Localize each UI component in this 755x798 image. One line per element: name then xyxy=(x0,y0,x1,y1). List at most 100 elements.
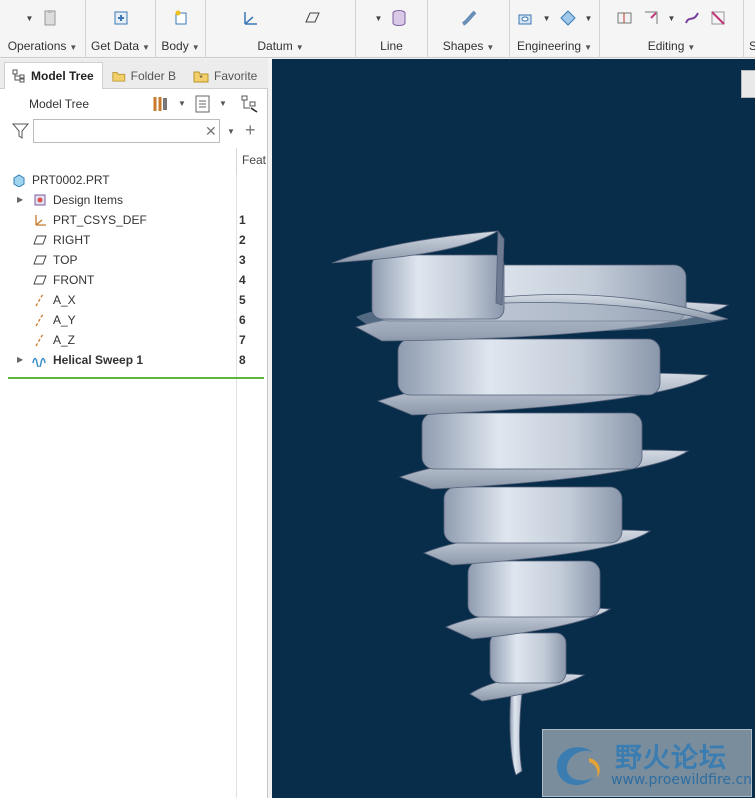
ribbon-group-label[interactable]: S xyxy=(749,39,755,53)
ribbon-group-shapes: Shapes ▼ xyxy=(428,0,510,58)
tree-item-a-y[interactable]: A_Y 6 xyxy=(0,310,268,330)
tools-icon xyxy=(153,97,167,111)
settings-button[interactable] xyxy=(150,94,170,114)
ribbon-group-body: Body ▼ xyxy=(156,0,206,58)
dropdown-arrow-icon[interactable]: ▼ xyxy=(668,14,676,23)
favorites-icon: * xyxy=(193,71,209,83)
tree-item-label: TOP xyxy=(53,253,78,267)
draft-icon[interactable] xyxy=(559,9,577,27)
tab-folder-browser[interactable]: Folder B xyxy=(105,62,183,89)
feature-number: 6 xyxy=(239,313,246,327)
chevron-down-icon[interactable]: ▼ xyxy=(219,99,227,108)
tree-item-label: A_Z xyxy=(53,333,76,347)
chevron-down-icon[interactable]: ▼ xyxy=(178,99,186,108)
tree-item-label: A_X xyxy=(53,293,76,307)
ribbon-group-editing: ▼ Editing ▼ xyxy=(600,0,744,58)
ribbon-toolbar: ▼ Operations ▼ Get Data ▼ Body ▼ Datum ▼ ▼ L… xyxy=(0,0,755,58)
ribbon-group-cut: S xyxy=(744,0,755,58)
paste-icon[interactable] xyxy=(41,9,59,27)
search-input[interactable] xyxy=(33,119,220,143)
show-button[interactable] xyxy=(193,94,213,114)
ribbon-group-engineering: ▼ ▼ Engineering ▼ xyxy=(510,0,600,58)
dropdown-arrow-icon[interactable]: ▼ xyxy=(26,14,34,23)
design-items-icon xyxy=(34,194,46,206)
tree-item-a-z[interactable]: A_Z 7 xyxy=(0,330,268,350)
spiral-turns xyxy=(331,229,730,776)
tree-item-label: Helical Sweep 1 xyxy=(53,353,144,367)
filter-row: ✕ ▼ + xyxy=(0,119,268,147)
datum-axis-icon xyxy=(35,333,44,347)
feature-number: 8 xyxy=(239,353,246,367)
forum-watermark: 野火论坛 www.proewildfire.cn xyxy=(542,729,752,797)
ribbon-group-line: ▼ Line xyxy=(356,0,428,58)
tree-toolbar: Model Tree ▼ ▼ xyxy=(0,91,268,117)
tab-model-tree[interactable]: Model Tree xyxy=(4,62,103,89)
tree-item-label: RIGHT xyxy=(53,233,91,247)
tree-item-label: PRT_CSYS_DEF xyxy=(53,213,147,227)
watermark-url: www.proewildfire.cn xyxy=(611,772,753,788)
dropdown-arrow-icon[interactable]: ▼ xyxy=(585,14,593,23)
datum-plane-icon xyxy=(33,275,47,285)
tree-item-right[interactable]: RIGHT 2 xyxy=(0,230,268,250)
project-icon[interactable] xyxy=(683,9,701,27)
tree-item-design-items[interactable]: ▶ Design Items xyxy=(0,190,268,210)
database-icon[interactable] xyxy=(390,9,408,27)
navigator-tabs: Model Tree Folder B * Favorite xyxy=(0,59,268,89)
chevron-down-icon[interactable]: ▼ xyxy=(227,127,235,136)
expand-icon[interactable]: ▶ xyxy=(17,195,23,204)
ribbon-group-label[interactable]: Datum ▼ xyxy=(206,39,355,53)
tree-title: Model Tree xyxy=(29,97,90,111)
plane-icon[interactable] xyxy=(303,9,321,27)
navigator-panel: Model Tree Folder B * Favorite Model Tre… xyxy=(0,59,268,798)
feature-number: 2 xyxy=(239,233,246,247)
import-icon[interactable] xyxy=(112,9,130,27)
offset-icon[interactable] xyxy=(709,9,727,27)
mirror-icon[interactable] xyxy=(616,9,634,27)
graphics-window[interactable]: 野火论坛 www.proewildfire.cn xyxy=(272,59,755,798)
tab-favorites[interactable]: * Favorite xyxy=(186,62,268,89)
ribbon-group-label[interactable]: Operations ▼ xyxy=(0,39,85,53)
add-icon[interactable]: + xyxy=(245,120,256,141)
tree-item-csys[interactable]: PRT_CSYS_DEF 1 xyxy=(0,210,268,230)
list-icon xyxy=(195,95,210,113)
tree-item-a-x[interactable]: A_X 5 xyxy=(0,290,268,310)
helical-sweep-icon xyxy=(32,357,46,367)
csys-icon[interactable] xyxy=(241,9,259,27)
sweep-icon[interactable] xyxy=(460,9,478,27)
clear-icon[interactable]: ✕ xyxy=(205,123,217,140)
ribbon-group-label[interactable]: Body ▼ xyxy=(156,39,205,53)
ribbon-group-label[interactable]: Get Data ▼ xyxy=(86,39,155,53)
ribbon-group-label[interactable]: Engineering ▼ xyxy=(510,39,599,53)
tab-label: Favorite xyxy=(214,68,258,83)
hole-icon[interactable] xyxy=(517,9,535,27)
helical-sweep-model[interactable] xyxy=(272,59,755,798)
tree-item-label: Design Items xyxy=(53,193,124,207)
tree-item-front[interactable]: FRONT 4 xyxy=(0,270,268,290)
tree-item-top[interactable]: TOP 3 xyxy=(0,250,268,270)
ribbon-group-label[interactable]: Line xyxy=(356,39,427,53)
tree-root[interactable]: PRT0002.PRT xyxy=(0,170,268,190)
dropdown-arrow-icon[interactable]: ▼ xyxy=(375,14,383,23)
csys-icon xyxy=(35,215,46,226)
datum-plane-icon xyxy=(33,255,47,265)
filter-icon[interactable] xyxy=(12,123,29,139)
ribbon-group-label[interactable]: Shapes ▼ xyxy=(428,39,509,53)
tree-item-helical-sweep[interactable]: ▶ Helical Sweep 1 8 xyxy=(0,350,268,370)
tree-item-label: A_Y xyxy=(53,313,76,327)
datum-axis-icon xyxy=(35,293,44,307)
folder-icon xyxy=(112,71,126,82)
insert-here-marker[interactable] xyxy=(8,377,264,379)
body-icon[interactable] xyxy=(172,9,190,27)
view-options-button[interactable] xyxy=(741,70,755,98)
tree-item-label: FRONT xyxy=(53,273,95,287)
tab-label: Model Tree xyxy=(31,69,94,83)
ribbon-group-label[interactable]: Editing ▼ xyxy=(600,39,743,53)
trim-icon[interactable] xyxy=(642,9,660,27)
tree-filter-options-button[interactable] xyxy=(240,94,260,114)
model-tree-icon xyxy=(12,69,25,83)
forum-logo-icon xyxy=(556,747,600,786)
dropdown-arrow-icon[interactable]: ▼ xyxy=(543,14,551,23)
svg-text:*: * xyxy=(199,74,202,83)
expand-icon[interactable]: ▶ xyxy=(17,355,23,364)
tab-label: Folder B xyxy=(130,68,176,83)
